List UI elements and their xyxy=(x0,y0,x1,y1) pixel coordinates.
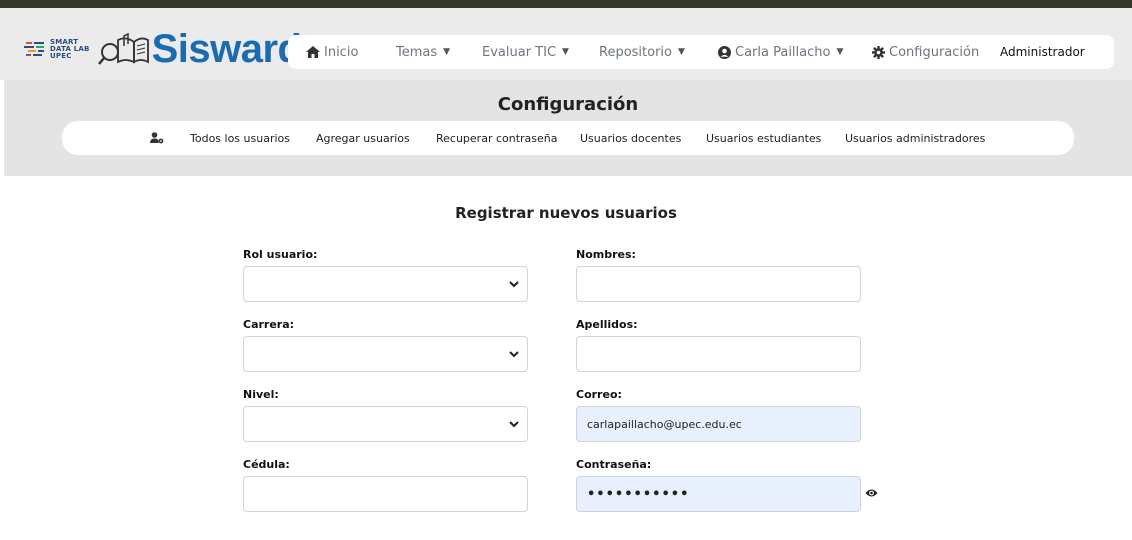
nivel-label: Nivel: xyxy=(243,388,279,401)
correo-label: Correo: xyxy=(576,388,622,401)
cedula-input[interactable] xyxy=(243,476,528,512)
config-subnav: Todos los usuarios Agregar usuarios Recu… xyxy=(62,121,1074,155)
header: SMART DATA LAB UPEC Sisward Inicio Temas… xyxy=(0,8,1132,80)
subnav-agregar[interactable]: Agregar usuarios xyxy=(316,121,410,155)
caret-down-icon: ▼ xyxy=(443,47,451,57)
top-stripe xyxy=(0,0,1132,8)
brand-name: Sisward xyxy=(151,27,302,71)
config-header: Configuración Todos los usuarios Agregar… xyxy=(4,80,1132,176)
correo-input[interactable]: carlapaillacho@upec.edu.ec xyxy=(576,406,861,442)
gear-icon xyxy=(872,45,885,59)
nombres-label: Nombres: xyxy=(576,248,636,261)
home-icon xyxy=(306,46,320,58)
apellidos-label: Apellidos: xyxy=(576,318,638,331)
smart-data-lab-logo: SMART DATA LAB UPEC xyxy=(24,38,90,60)
nav-inicio-label: Inicio xyxy=(324,44,359,60)
carrera-label: Carrera: xyxy=(243,318,295,331)
nivel-select[interactable] xyxy=(243,406,528,442)
subnav-administradores[interactable]: Usuarios administradores xyxy=(845,121,985,155)
chevron-down-icon xyxy=(509,351,519,358)
nombres-input[interactable] xyxy=(576,266,861,302)
users-cog-icon xyxy=(150,132,164,144)
carrera-select[interactable] xyxy=(243,336,528,372)
nav-evaluar-label: Evaluar TIC xyxy=(482,44,557,60)
subnav-recuperar[interactable]: Recuperar contraseña xyxy=(436,121,558,155)
nav-temas[interactable]: Temas ▼ xyxy=(396,35,450,69)
nav-repositorio-label: Repositorio xyxy=(599,44,672,60)
user-circle-icon xyxy=(718,45,731,59)
eye-icon[interactable] xyxy=(865,488,878,498)
contrasena-input[interactable]: ••••••••••• xyxy=(576,476,861,512)
nav-config[interactable]: Configuración xyxy=(872,35,979,69)
nav-role[interactable]: Administrador xyxy=(1000,35,1085,69)
main-nav: Inicio Temas ▼ Evaluar TIC ▼ Repositorio ▼ … xyxy=(288,35,1114,69)
caret-down-icon: ▼ xyxy=(678,47,685,57)
nav-user-label: Carla Paillacho xyxy=(735,44,831,60)
brand-small-3: UPEC xyxy=(50,51,72,60)
subnav-estudiantes[interactable]: Usuarios estudiantes xyxy=(706,121,821,155)
contrasena-label: Contraseña: xyxy=(576,458,652,471)
subnav-todos[interactable]: Todos los usuarios xyxy=(190,121,290,155)
nav-evaluar[interactable]: Evaluar TIC ▼ xyxy=(482,35,569,69)
book-magnifier-icon xyxy=(97,32,149,65)
apellidos-input[interactable] xyxy=(576,336,861,372)
caret-down-icon: ▼ xyxy=(836,47,844,57)
nav-config-label: Configuración xyxy=(889,44,980,60)
nav-repositorio[interactable]: Repositorio ▼ xyxy=(599,35,685,69)
chevron-down-icon xyxy=(509,281,519,288)
chevron-down-icon xyxy=(509,421,519,428)
nav-inicio[interactable]: Inicio xyxy=(306,35,358,69)
nav-user[interactable]: Carla Paillacho ▼ xyxy=(718,35,843,69)
cedula-label: Cédula: xyxy=(243,458,290,471)
nav-temas-label: Temas xyxy=(396,44,438,60)
page-title: Configuración xyxy=(497,94,639,115)
form-title: Registrar nuevos usuarios xyxy=(455,204,677,222)
data-lines-icon xyxy=(24,42,44,56)
caret-down-icon: ▼ xyxy=(562,47,569,57)
subnav-docentes[interactable]: Usuarios docentes xyxy=(580,121,681,155)
logo[interactable]: SMART DATA LAB UPEC Sisward xyxy=(24,24,302,74)
rol-label: Rol usuario: xyxy=(243,248,318,261)
rol-select[interactable] xyxy=(243,266,528,302)
